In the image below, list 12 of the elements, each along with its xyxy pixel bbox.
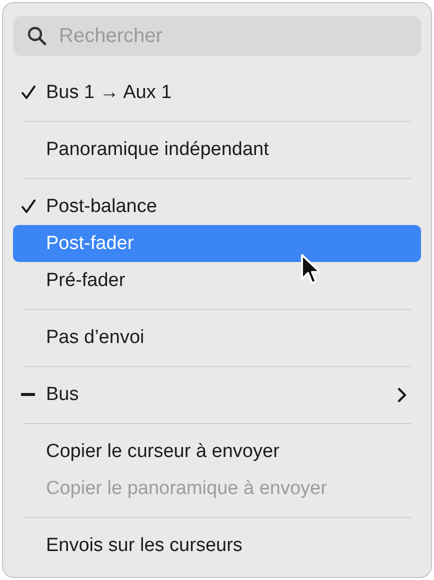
menu-item[interactable]: Bus (13, 376, 421, 413)
menu-item[interactable]: Bus 1 → Aux 1 (13, 74, 421, 111)
menu-item[interactable]: Envois sur les curseurs (13, 527, 421, 564)
mouse-pointer-icon (300, 253, 322, 285)
menu-item[interactable]: Panoramique indépendant (13, 131, 421, 168)
menu-item[interactable]: Post-fader (13, 225, 421, 262)
menu-item[interactable]: Copier le curseur à envoyer (13, 433, 421, 470)
search-field[interactable]: Rechercher (13, 16, 421, 56)
menu-item[interactable]: Pré-fader (13, 262, 421, 299)
menu-item[interactable]: Post-balance (13, 188, 421, 225)
menu-item[interactable]: Pas d’envoi (13, 319, 421, 356)
search-icon (27, 26, 47, 46)
